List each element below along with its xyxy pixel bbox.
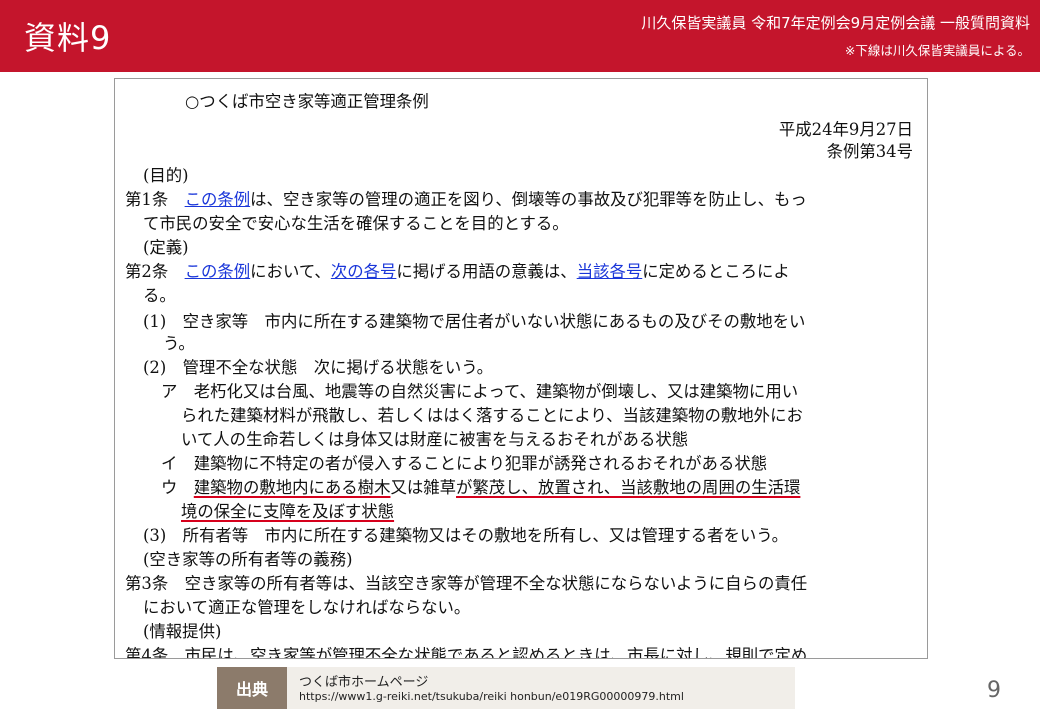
article-2-link-said-items[interactable]: 当該各号 xyxy=(577,262,643,281)
heading-owner-duty: (空き家等の所有者等の義務) xyxy=(143,550,353,569)
source-name: つくば市ホームページ xyxy=(299,675,429,690)
ordinance-date: 平成24年9月27日 xyxy=(778,120,913,139)
article-4-line-1: 第4条 市民は、空き家等が管理不全な状態であると認めるときは、市長に対し、規則で… xyxy=(125,646,808,659)
underline-note: ※下線は川久保皆実議員による。 xyxy=(844,43,1030,58)
item-a-line-1: ア 老朽化又は台風、地震等の自然災害によって、建築物が倒壊し、又は建築物に用い xyxy=(161,382,799,401)
article-2-prefix: 第2条 xyxy=(125,262,185,281)
source-tag: 出典 xyxy=(217,667,287,709)
heading-purpose: (目的) xyxy=(143,166,189,185)
ordinance-title: ○つくば市空き家等適正管理条例 xyxy=(185,92,429,111)
meeting-title: 川久保皆実議員 令和7年定例会9月定例会議 一般質問資料 xyxy=(641,14,1030,32)
heading-definition: (定義) xyxy=(143,238,189,257)
ordinance-excerpt: ○つくば市空き家等適正管理条例 平成24年9月27日 条例第34号 (目的) 第… xyxy=(114,78,928,659)
item-1-line-2: う。 xyxy=(163,334,195,353)
item-2-line-1: (2) 管理不全な状態 次に掲げる状態をいう。 xyxy=(143,358,494,377)
underlined-overgrowth: が繁茂し、放置され、当該敷地の周囲の生活環 xyxy=(456,478,801,497)
source-box: つくば市ホームページ https://www1.g-reiki.net/tsuk… xyxy=(287,667,795,709)
article-2-text-2: に掲げる用語の意義は、 xyxy=(396,262,577,281)
page-number: 9 xyxy=(987,678,1001,703)
item-i-line-1: イ 建築物に不特定の者が侵入することにより犯罪が誘発されるおそれがある状態 xyxy=(161,454,768,473)
heading-information: (情報提供) xyxy=(143,622,222,641)
article-3-line-1: 第3条 空き家等の所有者等は、当該空き家等が管理不全な状態にならないように自らの… xyxy=(125,574,808,593)
article-1-link-this-ordinance[interactable]: この条例 xyxy=(185,190,251,209)
article-1: 第1条 この条例は、空き家等の管理の適正を図り、倒壊等の事故及び犯罪等を防止し、… xyxy=(125,189,807,211)
document-label: 資料9 xyxy=(24,19,112,57)
article-2-link-this-ordinance[interactable]: この条例 xyxy=(185,262,251,281)
underlined-trees: 建築物の敷地内にある樹木 xyxy=(193,478,391,497)
item-1-line-1: (1) 空き家等 市内に所在する建築物で居住者がいない状態にあるもの及びその敷地… xyxy=(143,312,806,331)
underlined-environment: 境の保全に支障を及ぼす状態 xyxy=(181,502,395,521)
article-1-prefix: 第1条 xyxy=(125,190,185,209)
article-3-line-2: において適正な管理をしなければならない。 xyxy=(143,598,471,617)
item-a-line-3: いて人の生命若しくは身体又は財産に被害を与えるおそれがある状態 xyxy=(181,430,689,449)
item-u-line-2: 境の保全に支障を及ぼす状態 xyxy=(181,501,394,523)
article-1-text: は、空き家等の管理の適正を図り、倒壊等の事故及び犯罪等を防止し、もっ xyxy=(250,190,807,209)
ordinance-number: 条例第34号 xyxy=(826,142,913,161)
item-a-line-2: られた建築材料が飛散し、若しくははく落することにより、当該建築物の敷地外にお xyxy=(181,406,803,425)
header-bar: 資料9 川久保皆実議員 令和7年定例会9月定例会議 一般質問資料 ※下線は川久保… xyxy=(0,0,1040,72)
article-2-continued: る。 xyxy=(143,286,176,305)
item-u-label: ウ xyxy=(161,478,194,497)
item-u-weeds: 又は雑草 xyxy=(390,478,457,497)
article-2-link-following-items[interactable]: 次の各号 xyxy=(331,262,397,281)
item-u-line-1: ウ 建築物の敷地内にある樹木又は雑草が繁茂し、放置され、当該敷地の周囲の生活環 xyxy=(161,477,800,499)
article-2-text-1: において、 xyxy=(250,262,331,281)
article-2: 第2条 この条例において、次の各号に掲げる用語の意義は、当該各号に定めるところに… xyxy=(125,261,790,283)
item-3-line-1: (3) 所有者等 市内に所在する建築物又はその敷地を所有し、又は管理する者をいう… xyxy=(143,526,789,545)
source-url[interactable]: https://www1.g-reiki.net/tsukuba/reiki h… xyxy=(299,690,684,703)
article-2-text-3: に定めるところによ xyxy=(642,262,790,281)
article-1-continued: て市民の安全で安心な生活を確保することを目的とする。 xyxy=(143,214,569,233)
